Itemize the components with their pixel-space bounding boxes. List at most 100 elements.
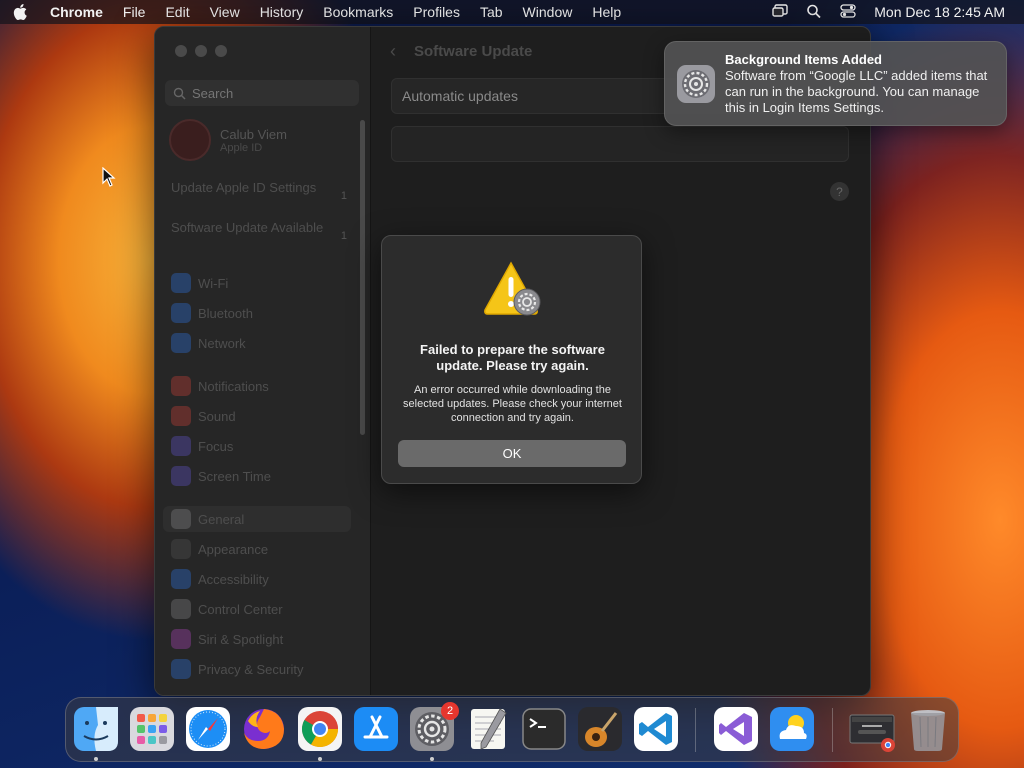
safari-app-icon[interactable] [184,705,232,753]
appearance-icon [171,539,191,559]
pending-label: Software Update Available [171,220,324,235]
menu-app-chrome[interactable]: Chrome [40,4,113,20]
menu-history[interactable]: History [250,4,314,20]
sidebar-item-label: Privacy & Security [198,661,304,677]
sidebar-item-label: Bluetooth [198,305,253,321]
wifi-icon [171,273,191,293]
garageband-app-icon[interactable] [576,705,624,753]
notification-title: Background Items Added [725,52,882,67]
sidebar-item-appearance[interactable]: Appearance [171,539,351,559]
sidebar-item-focus[interactable]: Focus [171,436,351,456]
textedit-app-icon[interactable] [464,705,512,753]
sidebar-item-network[interactable]: Network [171,333,351,353]
siri-icon [171,629,191,649]
sidebar-item-wifi[interactable]: Wi-Fi [171,273,351,293]
sidebar-item-siri-spotlight[interactable]: Siri & Spotlight [171,629,351,649]
sidebar-item-screen-time[interactable]: Screen Time [171,466,351,486]
sidebar-item-label: Screen Time [198,468,271,484]
sidebar-item-notifications[interactable]: Notifications [171,376,351,396]
pending-software-update[interactable]: Software Update Available 1 [171,220,347,242]
sound-icon [171,406,191,426]
screen-mirroring-icon[interactable] [772,3,788,21]
sidebar-item-accessibility[interactable]: Accessibility [171,569,351,589]
sidebar-item-control-center[interactable]: Control Center [171,599,351,619]
settings-sidebar: Calub Viem Apple ID Update Apple ID Sett… [155,27,371,695]
alert-title: Failed to prepare the software update. P… [420,342,605,373]
notification-body: Software from “Google LLC” added items t… [725,68,988,115]
control-center-icon[interactable] [840,3,856,21]
focus-icon [171,436,191,456]
sidebar-item-label: Accessibility [198,571,269,587]
window-controls [175,45,227,57]
menu-bookmarks[interactable]: Bookmarks [313,4,403,20]
menu-edit[interactable]: Edit [155,4,199,20]
dock-separator [695,708,696,752]
general-gear-icon [171,509,191,529]
sidebar-item-label: Wi-Fi [198,275,229,291]
launchpad-app-icon[interactable] [128,705,176,753]
pending-update-apple-id[interactable]: Update Apple ID Settings 1 [171,180,347,202]
automatic-updates-label: Automatic updates [402,88,518,104]
sidebar-scrollbar[interactable] [360,120,365,435]
menu-tab[interactable]: Tab [470,4,513,20]
profile-name: Calub Viem [220,126,287,142]
sidebar-item-label: Network [198,335,246,351]
bluetooth-icon [171,303,191,323]
settings-notification-badge: 2 [441,702,459,720]
page-title: Software Update [414,43,533,60]
spotlight-search-icon[interactable] [806,4,822,21]
search-icon [173,87,186,100]
avatar [169,119,211,161]
sidebar-search-input[interactable] [192,85,342,101]
pending-count: 1 [340,230,347,242]
background-items-notification[interactable]: Background Items Added Software from “Go… [664,41,1007,126]
back-chevron-icon[interactable]: ‹ [390,41,396,62]
vscode-app-icon[interactable] [632,705,680,753]
app-store-app-icon[interactable] [352,705,400,753]
apple-id-profile[interactable]: Calub Viem Apple ID [169,119,287,161]
alert-message: An error occurred while downloading the … [403,384,622,424]
accessibility-icon [171,569,191,589]
trash-icon[interactable] [904,705,952,753]
sidebar-item-bluetooth[interactable]: Bluetooth [171,303,351,323]
privacy-hand-icon [171,659,191,679]
menu-clock[interactable]: Mon Dec 18 2:45 AM [874,4,1005,20]
dock-separator [832,708,833,752]
zoom-window-button[interactable] [215,45,227,57]
menu-window[interactable]: Window [513,4,583,20]
sidebar-item-label: Appearance [198,541,269,557]
notifications-icon [171,376,191,396]
close-window-button[interactable] [175,45,187,57]
pending-count: 1 [340,190,347,202]
firefox-app-icon[interactable] [240,705,288,753]
settings-header: ‹ Software Update [390,41,532,62]
menu-file[interactable]: File [113,4,156,20]
finder-app-icon[interactable] [72,705,120,753]
menu-help[interactable]: Help [582,4,631,20]
screen-time-icon [171,466,191,486]
sidebar-search[interactable] [165,80,359,106]
menu-view[interactable]: View [200,4,250,20]
sidebar-item-label: Sound [198,408,236,424]
sidebar-item-label: Control Center [198,601,283,617]
weather-app-icon[interactable] [768,705,816,753]
sidebar-item-privacy-security[interactable]: Privacy & Security [171,659,351,679]
warning-settings-icon [482,260,544,318]
help-button[interactable]: ? [830,182,849,201]
apple-menu-icon[interactable] [0,4,40,20]
sidebar-item-general[interactable]: General [163,506,351,532]
network-icon [171,333,191,353]
minimize-window-button[interactable] [195,45,207,57]
ok-button[interactable]: OK [398,440,626,467]
sidebar-item-label: Siri & Spotlight [198,631,284,647]
finder-running-indicator [94,757,98,761]
menu-bar: Chrome File Edit View History Bookmarks … [0,0,1024,24]
sidebar-item-sound[interactable]: Sound [171,406,351,426]
chrome-app-icon[interactable] [296,705,344,753]
control-center-icon [171,599,191,619]
visual-studio-app-icon[interactable] [712,705,760,753]
terminal-app-icon[interactable] [520,705,568,753]
system-settings-gear-icon [677,65,715,103]
menu-profiles[interactable]: Profiles [403,4,470,20]
chrome-window-thumbnail-icon[interactable] [848,705,896,753]
